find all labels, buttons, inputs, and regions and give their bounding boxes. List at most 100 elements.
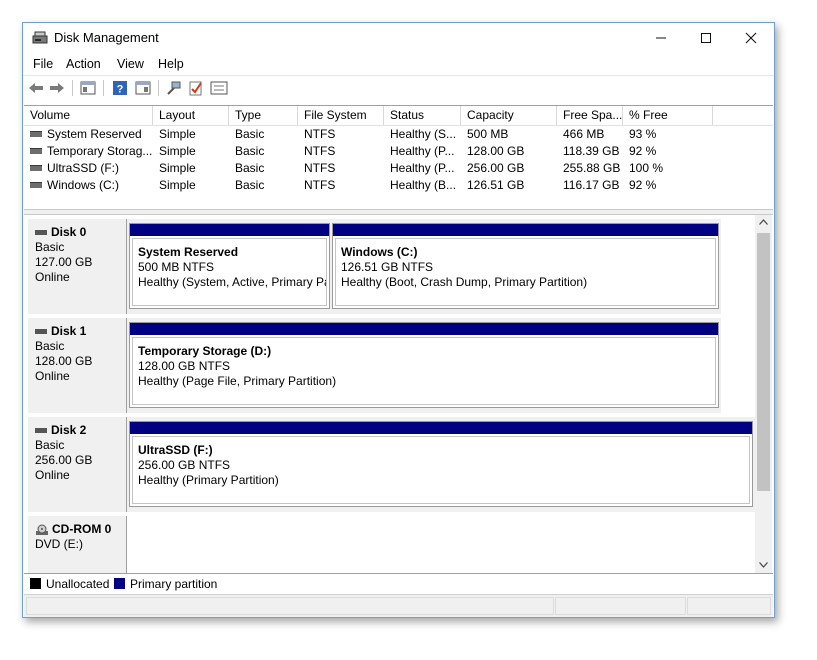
scroll-down-arrow-icon[interactable] — [759, 562, 768, 568]
connect-button[interactable] — [165, 79, 183, 97]
partition-details: Temporary Storage (D:) 128.00 GB NTFS He… — [132, 337, 716, 405]
volume-row-temporary-storage[interactable]: Temporary Storag... Simple Basic NTFS He… — [24, 143, 773, 160]
connect-icon — [167, 81, 181, 95]
status-cell: Healthy (B... — [390, 178, 457, 192]
status-cell: Healthy (P... — [390, 161, 455, 175]
capacity-cell: 126.51 GB — [467, 178, 525, 192]
checklist-icon — [189, 81, 202, 96]
free-space-cell: 118.39 GB — [563, 144, 620, 158]
partition-windows[interactable]: Windows (C:) 126.51 GB NTFS Healthy (Boo… — [332, 223, 719, 309]
show-hide-console-tree-button[interactable] — [79, 79, 97, 97]
primary-partition-bar — [130, 224, 329, 236]
partition-status: Healthy (Boot, Crash Dump, Primary Parti… — [341, 275, 588, 289]
column-file-system[interactable]: File System — [298, 106, 384, 125]
scroll-up-arrow-icon[interactable] — [759, 219, 768, 225]
partition-temporary-storage[interactable]: Temporary Storage (D:) 128.00 GB NTFS He… — [129, 322, 719, 408]
status-bar — [24, 594, 773, 617]
disk-icon — [35, 230, 47, 235]
free-space-cell: 466 MB — [563, 127, 605, 141]
disk-state: Online — [35, 270, 70, 284]
view-list-button[interactable] — [210, 79, 228, 97]
menu-bar: File Action View Help — [23, 54, 774, 74]
minimize-button[interactable] — [638, 23, 684, 53]
title-bar[interactable]: Disk Management — [23, 23, 774, 53]
volume-icon — [30, 147, 42, 154]
partition-details: System Reserved 500 MB NTFS Healthy (Sys… — [132, 238, 327, 306]
forward-button[interactable] — [48, 79, 66, 97]
disk-2-label[interactable]: Disk 2 Basic 256.00 GB Online — [28, 417, 127, 512]
disk-icon — [35, 329, 47, 334]
unallocated-swatch — [30, 578, 41, 589]
column-type[interactable]: Type — [229, 106, 298, 125]
disk-type: DVD (E:) — [35, 537, 83, 551]
capacity-cell: 256.00 GB — [467, 161, 525, 175]
forward-arrow-icon — [50, 83, 64, 93]
properties-button[interactable] — [187, 79, 205, 97]
menu-help[interactable]: Help — [158, 57, 184, 71]
maximize-button[interactable] — [683, 23, 729, 53]
partition-name: Temporary Storage (D:) — [138, 344, 272, 358]
menu-action[interactable]: Action — [66, 57, 101, 71]
toolbar: ? — [23, 75, 774, 100]
type-cell: Basic — [235, 178, 265, 192]
volume-icon — [30, 164, 42, 171]
partition-status: Healthy (Page File, Primary Partition) — [138, 374, 337, 388]
column-layout[interactable]: Layout — [153, 106, 229, 125]
disk-0-name-row: Disk 0 — [35, 225, 126, 240]
minimize-icon — [656, 37, 666, 39]
show-hide-action-pane-button[interactable] — [134, 79, 152, 97]
layout-cell: Simple — [159, 127, 196, 141]
file-system-cell: NTFS — [304, 178, 336, 192]
partition-details: UltraSSD (F:) 256.00 GB NTFS Healthy (Pr… — [132, 436, 750, 504]
volume-row-system-reserved[interactable]: System Reserved Simple Basic NTFS Health… — [24, 126, 773, 143]
free-space-cell: 116.17 GB — [563, 178, 620, 192]
disk-type: Basic — [35, 438, 65, 452]
column-status[interactable]: Status — [384, 106, 461, 125]
toolbar-separator — [158, 80, 159, 96]
capacity-cell: 128.00 GB — [467, 144, 525, 158]
svg-text:?: ? — [117, 84, 124, 96]
percent-free-cell: 92 % — [629, 144, 657, 158]
percent-free-cell: 93 % — [629, 127, 657, 141]
volume-name-cell: Windows (C:) — [30, 177, 153, 194]
back-button[interactable] — [27, 79, 45, 97]
partition-name: UltraSSD (F:) — [138, 443, 213, 457]
status-cell: Healthy (P... — [390, 144, 455, 158]
volume-row-windows[interactable]: Windows (C:) Simple Basic NTFS Healthy (… — [24, 177, 773, 194]
disk-1-label[interactable]: Disk 1 Basic 128.00 GB Online — [28, 318, 127, 413]
column-capacity[interactable]: Capacity — [461, 106, 557, 125]
disk-1-name-row: Disk 1 — [35, 324, 126, 339]
window-title: Disk Management — [54, 30, 159, 45]
volume-list[interactable]: Volume Layout Type File System Status Ca… — [24, 105, 773, 208]
disk-size: 127.00 GB — [35, 255, 93, 269]
primary-partition-swatch — [114, 578, 125, 589]
disk-0-label[interactable]: Disk 0 Basic 127.00 GB Online — [28, 219, 127, 314]
toolbar-separator — [103, 80, 104, 96]
disk-size: 128.00 GB — [35, 354, 93, 368]
menu-view[interactable]: View — [117, 57, 144, 71]
help-button[interactable]: ? — [111, 79, 129, 97]
partition-size: 500 MB NTFS — [138, 260, 215, 274]
status-cell: Healthy (S... — [390, 127, 457, 141]
close-button[interactable] — [728, 23, 774, 53]
partition-ultrassd[interactable]: UltraSSD (F:) 256.00 GB NTFS Healthy (Pr… — [129, 421, 753, 507]
disk-view-scrollbar[interactable] — [755, 215, 772, 573]
maximize-icon — [701, 33, 711, 43]
cd-rom-name-row: CD-ROM 0 — [35, 522, 126, 537]
status-segment — [555, 597, 686, 615]
partition-system-reserved[interactable]: System Reserved 500 MB NTFS Healthy (Sys… — [129, 223, 330, 309]
partition-size: 128.00 GB NTFS — [138, 359, 231, 373]
column-free-space[interactable]: Free Spa... — [557, 106, 623, 125]
status-segment — [687, 597, 771, 615]
disk-size: 256.00 GB — [35, 453, 93, 467]
scrollbar-thumb[interactable] — [757, 233, 770, 491]
close-icon — [745, 32, 757, 44]
toolbar-separator — [72, 80, 73, 96]
column-percent-free[interactable]: % Free — [623, 106, 713, 125]
menu-file[interactable]: File — [33, 57, 53, 71]
disk-type: Basic — [35, 339, 65, 353]
volume-row-ultrassd[interactable]: UltraSSD (F:) Simple Basic NTFS Healthy … — [24, 160, 773, 177]
cd-rom-0-label[interactable]: CD-ROM 0 DVD (E:) — [28, 516, 127, 573]
volume-name: Windows (C:) — [47, 178, 120, 192]
column-volume[interactable]: Volume — [24, 106, 153, 125]
